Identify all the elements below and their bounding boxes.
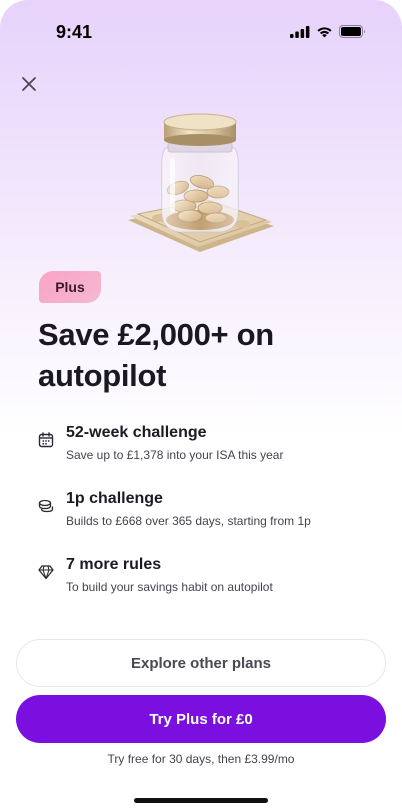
plus-badge: Plus xyxy=(39,271,101,303)
feature-title: 1p challenge xyxy=(66,490,163,507)
coins-icon xyxy=(38,499,54,513)
savings-jar-illustration xyxy=(128,113,274,252)
trial-note: Try free for 30 days, then £3.99/mo xyxy=(107,752,295,766)
try-plus-button[interactable]: Try Plus for £0 xyxy=(16,695,386,743)
explore-plans-button[interactable]: Explore other plans xyxy=(16,639,386,687)
page-title-line-2: autopilot xyxy=(38,358,167,393)
close-icon xyxy=(22,77,36,91)
battery-icon xyxy=(339,25,365,38)
diamond-icon xyxy=(38,565,54,580)
feature-subtitle: Save up to £1,378 into your ISA this yea… xyxy=(66,448,284,462)
feature-title: 52-week challenge xyxy=(66,424,207,441)
wifi-icon xyxy=(317,26,332,37)
feature-title: 7 more rules xyxy=(66,556,162,573)
home-indicator[interactable] xyxy=(134,798,268,803)
feature-subtitle: To build your savings habit on autopilot xyxy=(66,580,273,594)
status-bar: 9:41 xyxy=(0,0,402,64)
page-title-line-1: Save £2,000+ on xyxy=(38,317,274,352)
status-icons xyxy=(290,25,366,38)
close-button[interactable] xyxy=(15,70,43,98)
cellular-signal-icon xyxy=(290,25,310,38)
calendar-icon xyxy=(38,432,54,448)
page-title: Save £2,000+ on autopilot xyxy=(38,314,378,396)
status-time: 9:41 xyxy=(56,22,93,42)
feature-subtitle: Builds to £668 over 365 days, starting f… xyxy=(66,514,311,528)
